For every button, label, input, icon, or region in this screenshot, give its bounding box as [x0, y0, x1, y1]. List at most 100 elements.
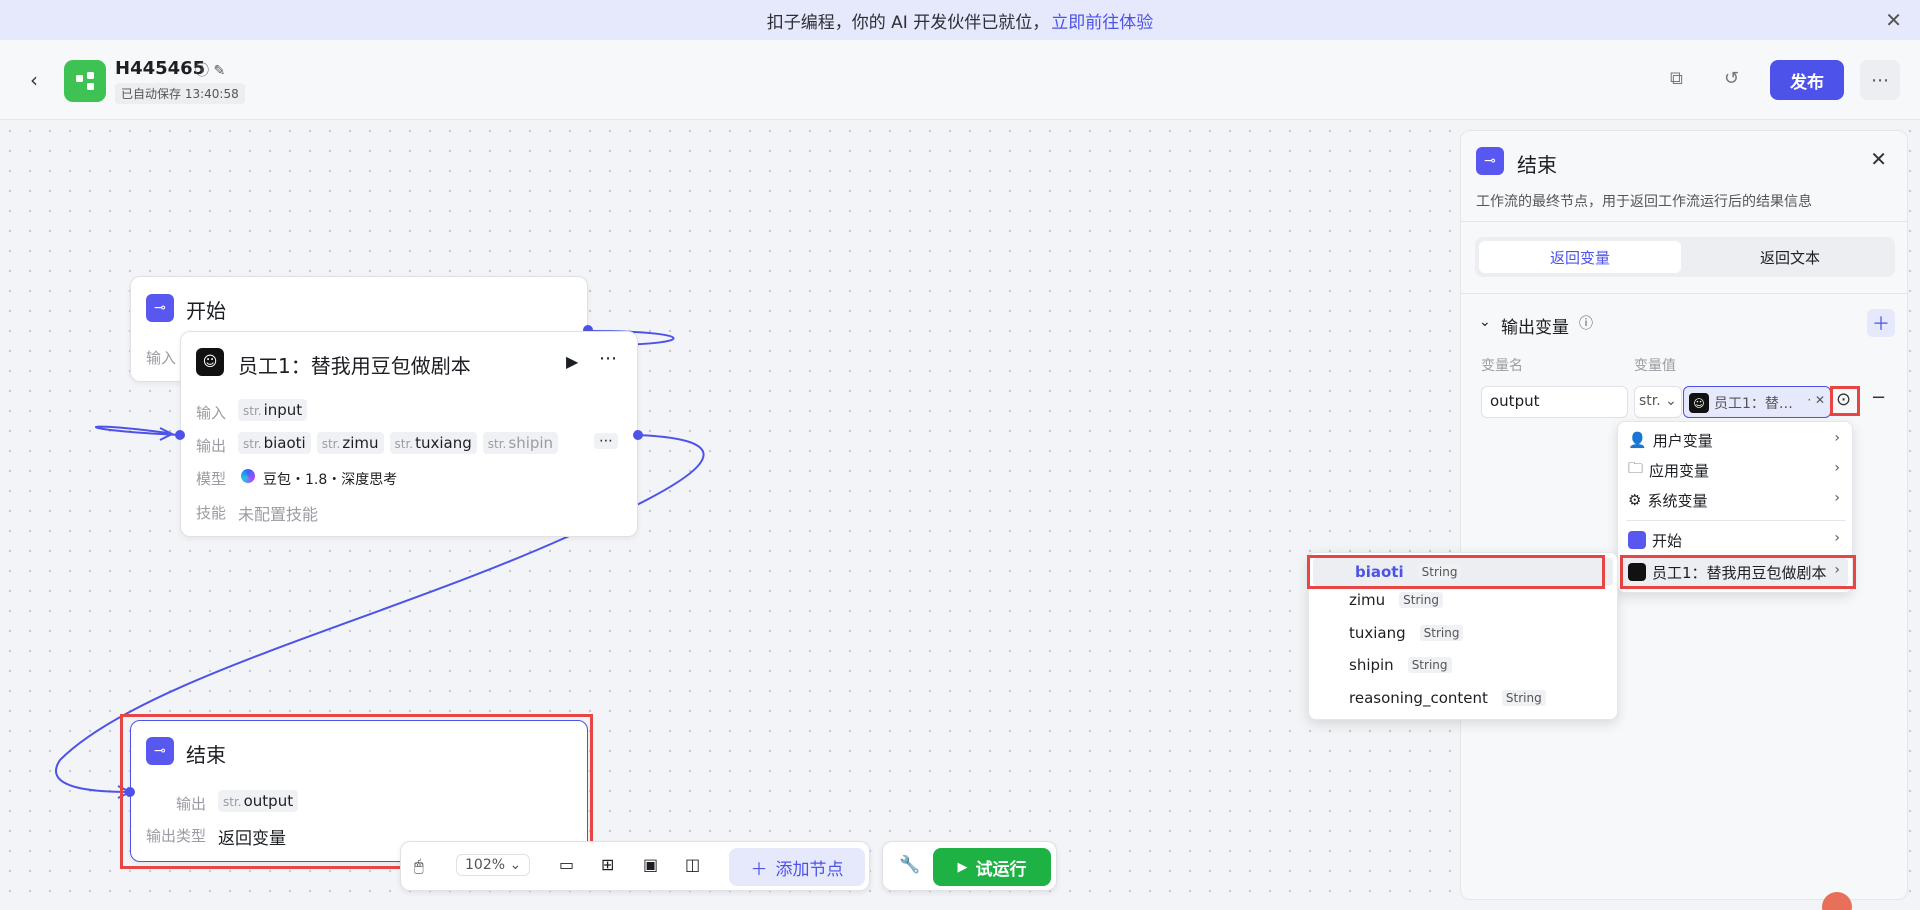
menu-user-vars[interactable]: 👤 用户变量	[1628, 428, 1713, 452]
output-label: 输出	[196, 437, 227, 455]
publish-button[interactable]: 发布	[1770, 60, 1844, 100]
plus-icon: ＋	[750, 859, 768, 880]
back-icon[interactable]: ‹	[30, 68, 38, 92]
chevron-right-icon: ›	[1834, 460, 1840, 476]
more-icon[interactable]: ⋯	[1860, 60, 1900, 100]
layout-icon[interactable]: ⊞	[601, 855, 614, 874]
col-name-label: 变量名	[1481, 358, 1523, 374]
info-icon[interactable]: ⓘ ✎	[195, 60, 225, 80]
menu-system-vars[interactable]: ⚙ 系统变量	[1628, 488, 1707, 512]
chevron-right-icon: ›	[1834, 530, 1840, 546]
promo-banner: 扣子编程，你的 AI 开发伙伴已就位， 立即前往体验 ✕	[0, 0, 1920, 40]
chevron-right-icon: ›	[1834, 490, 1840, 506]
tab-return-text[interactable]: 返回文本	[1689, 241, 1891, 273]
menu-employee[interactable]: 员工1：替我用豆包做剧本	[1622, 558, 1848, 586]
output-tag: str. biaoti	[238, 432, 311, 454]
start-input-label: 输入	[146, 349, 177, 367]
chevron-right-icon: ›	[1834, 562, 1840, 578]
add-node-button[interactable]: ＋添加节点	[729, 848, 865, 886]
model-label: 模型	[196, 470, 227, 488]
output-tags: str. biaoti str. zimu str. tuxiang str. shipin	[238, 432, 564, 454]
close-icon[interactable]: ✕	[1885, 8, 1902, 32]
start-icon: ⊸	[146, 294, 174, 322]
clear-icon[interactable]: · ✕	[1807, 393, 1825, 407]
test-run-button[interactable]: ▶ 试运行	[933, 848, 1051, 886]
output-tag: str. tuxiang	[389, 432, 477, 454]
more-icon[interactable]: ⋯	[599, 348, 617, 369]
folder-icon: 🗀	[1628, 458, 1644, 477]
start-icon	[1628, 531, 1646, 549]
tab-return-vars[interactable]: 返回变量	[1479, 241, 1681, 273]
model-value: 豆包・1.8・深度思考	[263, 472, 398, 488]
image-icon[interactable]: ▣	[643, 855, 658, 874]
variable-ref-select[interactable]: ☺ 员工1：替… · ✕	[1683, 386, 1831, 418]
employee-input-port[interactable]	[175, 430, 185, 440]
play-icon[interactable]: ▶	[566, 352, 578, 371]
run-toolbar: 🔧 ▶ 试运行	[882, 841, 1057, 891]
copy-icon[interactable]: ⧉	[1670, 68, 1683, 89]
end-type-label: 输出类型	[146, 827, 207, 845]
output-tag: str. zimu	[316, 432, 384, 454]
avatar-icon: ☺	[1689, 393, 1709, 413]
submenu-item[interactable]: biaoti String	[1313, 558, 1613, 586]
end-icon: ⊸	[1476, 147, 1504, 175]
mouse-icon[interactable]: 🖱	[414, 856, 424, 876]
remove-icon[interactable]: −	[1871, 387, 1886, 408]
menu-start[interactable]: 开始	[1628, 528, 1682, 552]
end-icon: ⊸	[146, 737, 174, 765]
panel-description: 工作流的最终节点，用于返回工作流运行后的结果信息	[1476, 194, 1812, 210]
gear-icon: ⚙	[1628, 491, 1642, 509]
app-logo	[64, 60, 106, 102]
section-title: 输出变量	[1501, 318, 1569, 338]
variable-picker-icon[interactable]: ⊙	[1836, 389, 1851, 410]
user-icon: 👤	[1628, 431, 1647, 449]
avatar-icon	[1628, 563, 1646, 581]
close-icon[interactable]: ✕	[1870, 147, 1887, 171]
panel-title: 结束	[1517, 153, 1557, 177]
output-tag: str. shipin	[482, 432, 559, 454]
type-select[interactable]: str. ⌄	[1634, 386, 1682, 418]
tab-bar: 返回变量 返回文本	[1475, 237, 1895, 277]
employee-node[interactable]: ☺ 员工1：替我用豆包做剧本 ▶ ⋯ 输入 str. input 输出 str. b…	[180, 331, 638, 537]
employee-title: 员工1：替我用豆包做剧本	[238, 354, 471, 378]
model-icon	[241, 469, 255, 483]
minimap-icon[interactable]: ◫	[685, 855, 700, 874]
history-icon[interactable]: ↺	[1724, 68, 1739, 89]
zoom-select[interactable]: 102% ⌄	[456, 854, 531, 876]
autosave-status: 已自动保存 13:40:58	[115, 83, 245, 104]
menu-app-vars[interactable]: 🗀 应用变量	[1628, 458, 1709, 482]
col-value-label: 变量值	[1634, 358, 1676, 374]
submenu-item[interactable]: tuxiang String	[1349, 624, 1464, 642]
chevron-right-icon: ›	[1834, 430, 1840, 446]
end-output-label: 输出	[176, 795, 207, 813]
variable-menu: 👤 用户变量 › 🗀 应用变量 › ⚙ 系统变量 › 开始 › 员工1：替我用豆包做剧…	[1617, 421, 1853, 593]
employee-output-port[interactable]	[633, 430, 643, 440]
input-tag: str. input	[238, 399, 308, 421]
comment-icon[interactable]: ▭	[559, 855, 574, 874]
end-output-tag: str. output	[218, 790, 299, 812]
banner-link[interactable]: 立即前往体验	[1051, 8, 1153, 33]
end-title: 结束	[186, 743, 226, 767]
skill-value: 未配置技能	[238, 505, 319, 524]
play-icon: ▶	[957, 859, 968, 875]
avatar-icon: ☺	[196, 348, 224, 376]
input-label: 输入	[196, 404, 227, 422]
more-outputs-icon[interactable]: ⋯	[594, 433, 618, 449]
variable-name-input[interactable]: output	[1481, 386, 1628, 418]
end-input-port[interactable]	[125, 787, 135, 797]
canvas-toolbar: 🖱 102% ⌄ ▭ ⊞ ▣ ◫ ＋添加节点	[400, 841, 870, 891]
banner-text: 扣子编程，你的 AI 开发伙伴已就位，	[766, 12, 1050, 33]
variable-submenu: biaoti String zimu String tuxiang String sh…	[1308, 552, 1618, 720]
end-type-value: 返回变量	[218, 829, 286, 849]
wrench-icon[interactable]: 🔧	[899, 855, 920, 875]
start-title: 开始	[186, 299, 226, 323]
submenu-item[interactable]: zimu String	[1349, 591, 1443, 609]
submenu-item[interactable]: reasoning_content String	[1349, 689, 1546, 707]
info-icon[interactable]: ⓘ	[1579, 313, 1593, 333]
app-title: H445465	[115, 58, 206, 79]
submenu-item[interactable]: shipin String	[1349, 656, 1452, 674]
add-variable-button[interactable]: ＋	[1867, 309, 1895, 337]
chevron-down-icon[interactable]: ⌄	[1479, 314, 1491, 330]
skill-label: 技能	[196, 504, 227, 522]
header: ‹ H445465 ⓘ ✎ 已自动保存 13:40:58 ⧉ ↺ 发布 ⋯	[0, 40, 1920, 120]
